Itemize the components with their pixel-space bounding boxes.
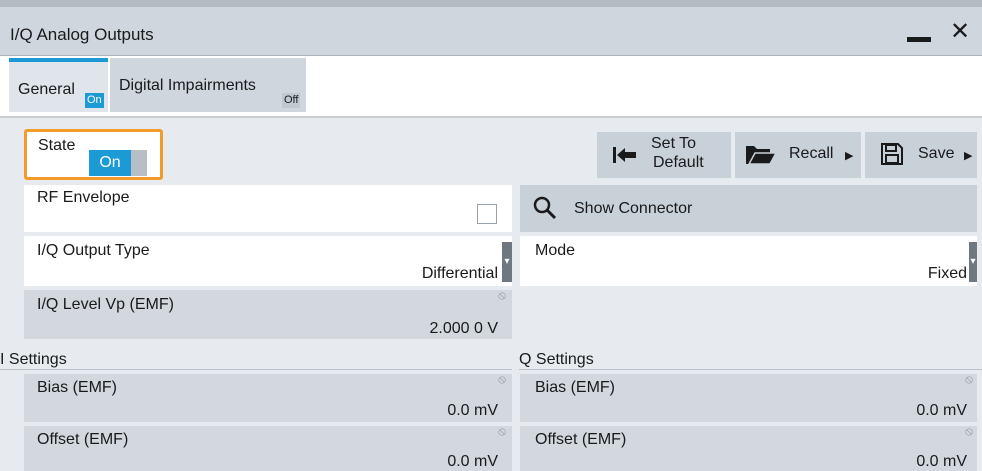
i-offset-value: 0.0 mV (447, 453, 498, 470)
tab-general[interactable]: General On (9, 58, 108, 112)
iq-output-type-value: Differential (421, 265, 498, 282)
iq-level-value: 2.000 0 V (429, 320, 499, 337)
show-connector-button[interactable]: Show Connector (520, 185, 977, 232)
content-panel: State On Set To Default Recall ▶ Save ▶ (0, 116, 982, 471)
not-editable-icon: ⦸ (498, 372, 506, 386)
rf-envelope-label: RF Envelope (37, 189, 130, 206)
rf-envelope-field: RF Envelope (24, 185, 512, 232)
not-editable-icon: ⦸ (498, 424, 506, 438)
q-settings-heading: Q Settings (519, 351, 594, 368)
state-label: State (38, 137, 76, 154)
set-to-default-button[interactable]: Set To Default (597, 132, 731, 178)
not-editable-icon: ⦸ (965, 372, 973, 386)
set-to-default-label-2: Default (653, 154, 704, 171)
window-title: I/Q Analog Outputs (10, 25, 154, 44)
mode-field[interactable]: Mode Fixed ▾ (520, 236, 977, 286)
tab-digital-impairments-label: Digital Impairments (119, 77, 256, 94)
iq-output-type-field[interactable]: I/Q Output Type Differential ▾ (24, 236, 512, 286)
state-control[interactable]: State On (24, 129, 163, 180)
not-editable-icon: ⦸ (965, 424, 973, 438)
tab-digital-impairments-badge: Off (282, 93, 301, 108)
tab-digital-impairments[interactable]: Digital Impairments Off (110, 58, 306, 112)
recall-arrow-icon: ▶ (845, 150, 854, 162)
i-settings-divider (0, 369, 512, 370)
save-label: Save (918, 145, 955, 162)
i-bias-value: 0.0 mV (447, 402, 498, 419)
state-toggle[interactable]: On (89, 150, 147, 176)
i-offset-field: Offset (EMF) ⦸ 0.0 mV (24, 424, 512, 471)
folder-open-icon (746, 146, 777, 165)
iq-output-type-dropdown-icon[interactable]: ▾ (502, 242, 512, 282)
i-bias-label: Bias (EMF) (37, 379, 117, 396)
iq-level-field: I/Q Level Vp (EMF) ⦸ 2.000 0 V (24, 288, 512, 339)
q-settings-divider (519, 369, 982, 370)
i-settings-heading: I Settings (0, 351, 67, 368)
close-icon[interactable]: ✕ (950, 20, 970, 44)
q-offset-label: Offset (EMF) (535, 431, 627, 448)
save-disk-icon (881, 143, 903, 165)
mode-dropdown-icon[interactable]: ▾ (969, 242, 977, 282)
not-editable-icon: ⦸ (498, 288, 506, 302)
set-to-default-icon (613, 147, 636, 163)
iq-output-type-label: I/Q Output Type (37, 242, 150, 259)
q-offset-value: 0.0 mV (916, 453, 967, 470)
search-icon (533, 196, 557, 220)
q-bias-label: Bias (EMF) (535, 379, 615, 396)
save-arrow-icon: ▶ (964, 150, 973, 162)
mode-label: Mode (535, 242, 576, 259)
minimize-icon[interactable] (907, 37, 931, 42)
rf-envelope-checkbox[interactable] (477, 204, 497, 224)
iq-level-label: I/Q Level Vp (EMF) (37, 296, 174, 313)
state-toggle-value: On (89, 150, 131, 176)
recall-button[interactable]: Recall ▶ (735, 132, 861, 178)
set-to-default-label-1: Set To (651, 135, 697, 152)
save-button[interactable]: Save ▶ (865, 132, 977, 178)
show-connector-label: Show Connector (574, 200, 693, 217)
i-offset-label: Offset (EMF) (37, 431, 129, 448)
q-bias-field: Bias (EMF) ⦸ 0.0 mV (520, 372, 977, 422)
q-offset-field: Offset (EMF) ⦸ 0.0 mV (520, 424, 977, 471)
mode-value: Fixed (927, 265, 967, 282)
title-bar: I/Q Analog Outputs ✕ (0, 0, 982, 56)
tab-general-badge: On (85, 93, 104, 108)
recall-label: Recall (789, 145, 834, 162)
tab-bar: General On Digital Impairments Off (0, 56, 982, 114)
tab-general-label: General (18, 81, 75, 98)
i-bias-field: Bias (EMF) ⦸ 0.0 mV (24, 372, 512, 422)
q-bias-value: 0.0 mV (916, 402, 967, 419)
